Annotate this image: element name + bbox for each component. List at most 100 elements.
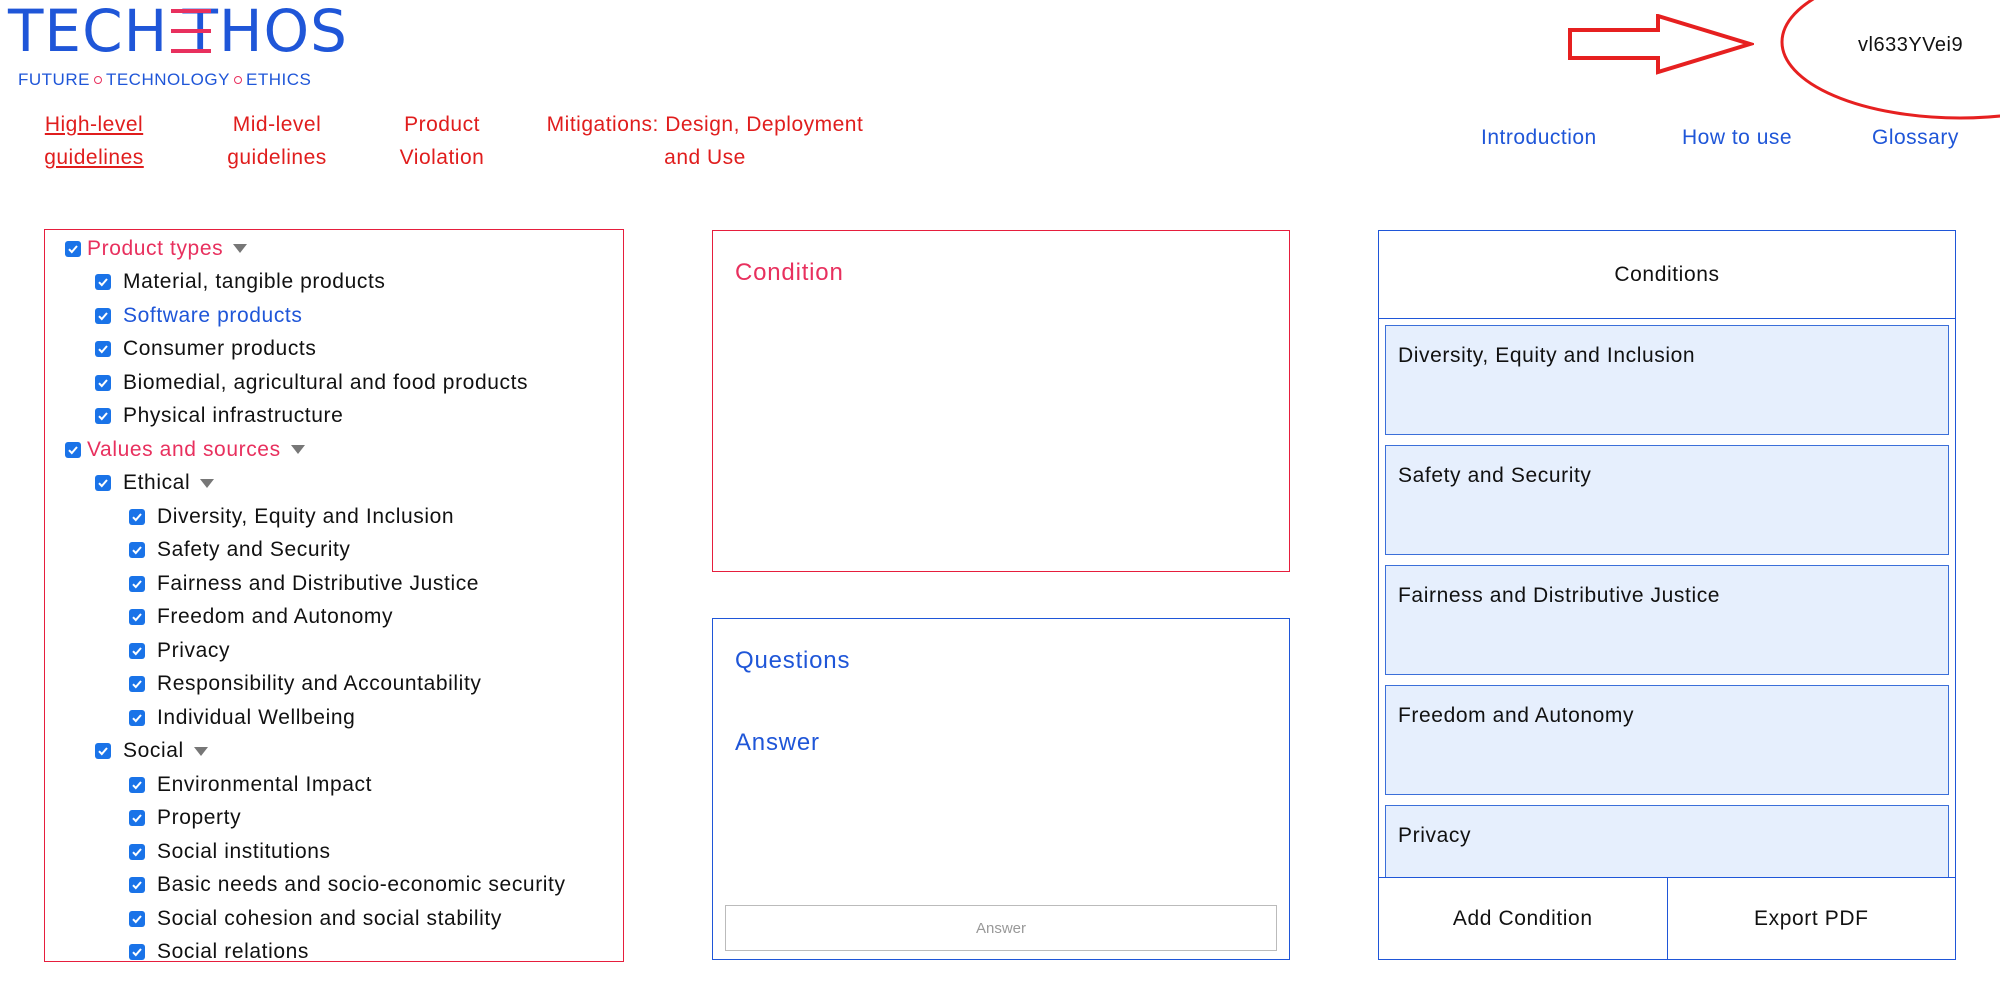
logo-tagline: FUTURE TECHNOLOGY ETHICS bbox=[18, 70, 348, 90]
annotation-arrow-icon bbox=[1568, 14, 1754, 75]
filter-item[interactable]: Social institutions bbox=[129, 835, 331, 868]
checkbox-checked-icon[interactable] bbox=[65, 441, 81, 458]
questions-panel: Questions Answer bbox=[712, 618, 1290, 960]
filter-item[interactable]: Freedom and Autonomy bbox=[129, 601, 393, 634]
filter-label: Responsibility and Accountability bbox=[157, 672, 482, 695]
checkbox-checked-icon[interactable] bbox=[129, 843, 145, 860]
filter-label: Safety and Security bbox=[157, 538, 351, 561]
filter-label: Biomedial, agricultural and food product… bbox=[123, 370, 529, 394]
condition-card[interactable]: Safety and Security bbox=[1385, 445, 1949, 555]
filter-label: Privacy bbox=[157, 638, 231, 662]
filter-item[interactable]: Social relations bbox=[129, 936, 309, 969]
filter-item[interactable]: Environmental Impact bbox=[129, 768, 372, 801]
checkbox-checked-icon[interactable] bbox=[95, 408, 111, 424]
filter-section[interactable]: Values and sources bbox=[65, 433, 305, 466]
logo-tagline-word: FUTURE bbox=[18, 70, 90, 89]
caret-down-icon[interactable] bbox=[290, 445, 305, 454]
condition-card[interactable]: Privacy bbox=[1385, 805, 1949, 877]
filter-label: Social relations bbox=[157, 940, 310, 963]
checkbox-checked-icon[interactable] bbox=[129, 575, 145, 592]
filter-item[interactable]: Basic needs and socio-economic security bbox=[129, 869, 566, 902]
filter-label: Freedom and Autonomy bbox=[157, 605, 394, 628]
filter-item[interactable]: Social bbox=[95, 735, 208, 768]
tab-product-violation[interactable]: Product Violation bbox=[386, 108, 498, 174]
filter-item[interactable]: Privacy bbox=[129, 634, 230, 667]
filter-item[interactable]: Material, tangible products bbox=[95, 266, 386, 299]
filter-label: Individual Wellbeing bbox=[157, 705, 356, 729]
checkbox-checked-icon[interactable] bbox=[95, 341, 111, 357]
tab-label-line: Mitigations: Design, Deployment bbox=[546, 113, 864, 136]
caret-down-icon[interactable] bbox=[193, 746, 208, 756]
filter-item[interactable]: Diversity, Equity and Inclusion bbox=[129, 500, 454, 533]
checkbox-checked-icon[interactable] bbox=[129, 542, 145, 558]
filter-label: Property bbox=[157, 806, 242, 829]
filter-item[interactable]: Property bbox=[129, 802, 241, 835]
filter-item[interactable]: Ethical bbox=[95, 467, 215, 500]
condition-card[interactable]: Fairness and Distributive Justice bbox=[1385, 565, 1949, 675]
filter-item[interactable]: Software products bbox=[95, 299, 302, 332]
tab-mid-level-guidelines[interactable]: Mid-level guidelines bbox=[214, 108, 340, 174]
checkbox-checked-icon[interactable] bbox=[129, 609, 145, 625]
condition-card[interactable]: Diversity, Equity and Inclusion bbox=[1385, 325, 1949, 435]
checkbox-checked-icon[interactable] bbox=[95, 374, 111, 391]
filter-item[interactable]: Biomedial, agricultural and food product… bbox=[95, 366, 528, 399]
filter-item[interactable]: Fairness and Distributive Justice bbox=[129, 567, 479, 600]
filter-item[interactable]: Consumer products bbox=[95, 333, 316, 366]
add-condition-button[interactable]: Add Condition bbox=[1379, 877, 1667, 959]
tab-label-line: High-level bbox=[44, 113, 144, 136]
filter-section[interactable]: Product types bbox=[65, 232, 248, 265]
tab-label-line: guidelines bbox=[227, 146, 327, 169]
conditions-panel: Conditions Diversity, Equity and Inclusi… bbox=[1378, 230, 1956, 960]
filter-item[interactable]: Responsibility and Accountability bbox=[129, 668, 481, 701]
filter-label: Ethical bbox=[123, 471, 191, 494]
checkbox-checked-icon[interactable] bbox=[129, 910, 145, 927]
logo-wordmark: TECH THOS bbox=[8, 2, 348, 60]
checkbox-checked-icon[interactable] bbox=[95, 274, 111, 290]
filter-item[interactable]: Individual Wellbeing bbox=[129, 701, 355, 734]
nav-introduction-link[interactable]: Introduction bbox=[1481, 126, 1597, 150]
filter-label: Basic needs and socio-economic security bbox=[157, 873, 566, 896]
logo-dot-icon bbox=[233, 76, 242, 84]
caret-down-icon[interactable] bbox=[233, 244, 248, 253]
tab-label-line: guidelines bbox=[44, 146, 144, 169]
condition-title: Condition bbox=[735, 259, 844, 286]
checkbox-checked-icon[interactable] bbox=[129, 776, 145, 793]
tab-label-line: Product bbox=[404, 113, 480, 136]
checkbox-checked-icon[interactable] bbox=[129, 810, 145, 826]
checkbox-checked-icon[interactable] bbox=[95, 475, 111, 491]
checkbox-checked-icon[interactable] bbox=[95, 743, 111, 759]
condition-card[interactable]: Freedom and Autonomy bbox=[1385, 685, 1949, 795]
filter-label: Environmental Impact bbox=[157, 772, 373, 796]
session-id: vl633YVei9 bbox=[1858, 34, 1964, 56]
logo-dot-icon bbox=[93, 76, 102, 84]
filter-label: Physical infrastructure bbox=[123, 404, 344, 427]
conditions-list[interactable]: Diversity, Equity and Inclusion Safety a… bbox=[1379, 319, 1955, 877]
filter-label: Material, tangible products bbox=[123, 270, 386, 293]
filter-item[interactable]: Social cohesion and social stability bbox=[129, 902, 502, 935]
filter-label: Social bbox=[123, 739, 184, 762]
checkbox-checked-icon[interactable] bbox=[129, 944, 145, 960]
tab-label-line: and Use bbox=[664, 146, 746, 169]
filter-item[interactable]: Physical infrastructure bbox=[95, 400, 343, 433]
export-pdf-button[interactable]: Export PDF bbox=[1666, 877, 1955, 959]
conditions-footer: Add Condition Export PDF bbox=[1379, 877, 1955, 959]
tab-high-level-guidelines[interactable]: High-level guidelines bbox=[36, 108, 152, 174]
filter-item[interactable]: Safety and Security bbox=[129, 534, 351, 567]
checkbox-checked-icon[interactable] bbox=[65, 240, 81, 257]
checkbox-checked-icon[interactable] bbox=[95, 307, 111, 324]
tab-label-line: Mid-level bbox=[232, 113, 322, 136]
caret-down-icon[interactable] bbox=[200, 478, 215, 488]
checkbox-checked-icon[interactable] bbox=[129, 676, 145, 692]
checkbox-checked-icon[interactable] bbox=[129, 709, 145, 726]
annotation-circle-icon bbox=[1780, 0, 2000, 120]
checkbox-checked-icon[interactable] bbox=[129, 508, 145, 525]
filter-label: Diversity, Equity and Inclusion bbox=[157, 504, 455, 528]
filter-panel: Product types Material, tangible products… bbox=[44, 229, 624, 963]
answer-input[interactable] bbox=[725, 905, 1277, 951]
logo-tagline-word: ETHICS bbox=[245, 70, 312, 89]
tab-mitigations[interactable]: Mitigations: Design, Deployment and Use bbox=[530, 108, 880, 174]
filter-label: Social institutions bbox=[157, 839, 331, 863]
filter-label: Values and sources bbox=[87, 437, 281, 461]
checkbox-checked-icon[interactable] bbox=[129, 877, 145, 893]
checkbox-checked-icon[interactable] bbox=[129, 642, 145, 659]
